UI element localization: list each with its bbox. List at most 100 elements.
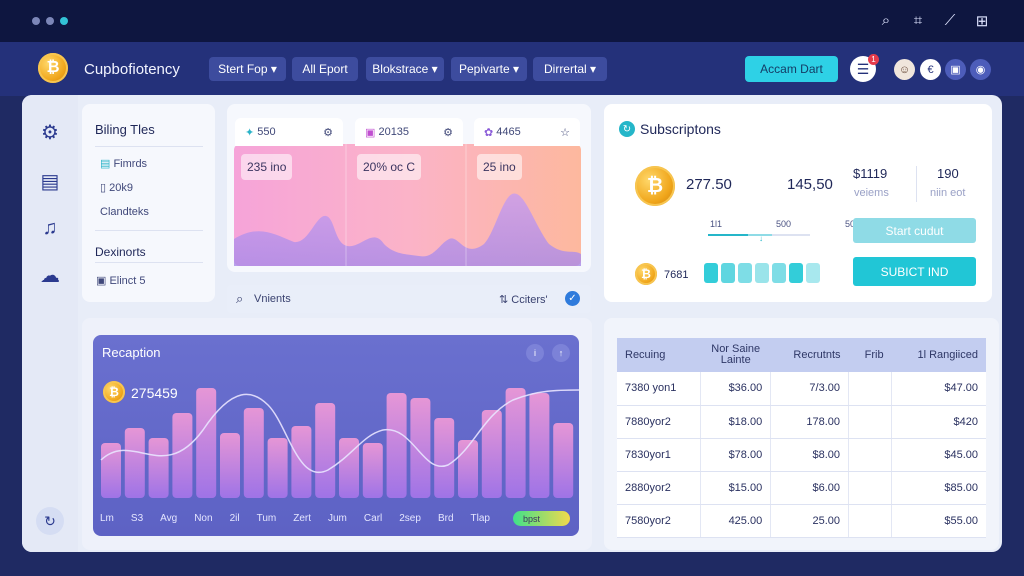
chart-bar [172, 413, 193, 498]
month-label: 2il [229, 513, 240, 524]
month-label: Jum [328, 513, 347, 524]
currency-icon[interactable]: € [920, 59, 941, 80]
nav-blockstrace-button[interactable]: Blokstrace ▾ [366, 57, 444, 81]
filter-label[interactable]: ⇅ Cciters' [499, 293, 548, 306]
column-header[interactable]: Recuing [617, 338, 701, 372]
month-label: Zert [293, 513, 311, 524]
table-row[interactable]: 2880yor2 $15.00 $6.00 $85.00 [617, 471, 986, 505]
table-row[interactable]: 7880yor2 $18.00 178.00 $420 [617, 405, 986, 439]
cloud-icon[interactable]: ☁ [36, 261, 64, 289]
settings-icon[interactable]: ◉ [970, 59, 991, 80]
divider [95, 262, 203, 263]
subscription-value-secondary: 145,50 [787, 176, 833, 193]
chart-bar [124, 428, 145, 498]
network-icon[interactable]: ⚙ [36, 118, 64, 146]
tile-header[interactable]: ▣ 20135 ⚙ [355, 118, 463, 146]
chart-bar [267, 438, 288, 498]
tile-badge: 235 ino [241, 154, 293, 180]
month-label: S3 [130, 513, 144, 524]
billing-item[interactable]: ▯ 20k9 [100, 181, 133, 194]
refresh-icon[interactable]: ↻ [36, 507, 64, 535]
divider [95, 230, 203, 231]
reception-title: Recaption [102, 345, 161, 360]
search-icon: ⌕ [236, 291, 244, 306]
billing-card: Biling Tles ▤ Fimrds ▯ 20k9 Clandteks De… [82, 104, 215, 302]
search-placeholder: Vnients [254, 293, 291, 305]
progress-segment [755, 263, 769, 283]
music-icon[interactable]: ♫ [36, 214, 64, 242]
column-header[interactable]: Frib [848, 338, 892, 372]
section-title: Dexinorts [95, 245, 146, 259]
info-icon[interactable]: i [526, 344, 544, 362]
window-controls[interactable] [32, 17, 68, 25]
grid-icon[interactable]: ⊞ [974, 12, 990, 30]
billing-item[interactable]: ▤ Fimrds [100, 157, 147, 170]
gear-icon: ⚙ [323, 126, 333, 139]
column-header[interactable]: Recrutnts [770, 338, 849, 372]
crop-icon[interactable]: ⌗ [910, 12, 926, 30]
subscription-value-primary: 277.50 [686, 176, 732, 193]
nav-start-button[interactable]: Stert Fop ▾ [209, 57, 286, 81]
billing-item[interactable]: Clandteks [100, 206, 149, 218]
tile-header[interactable]: ✿ 4465 ☆ [474, 118, 580, 146]
table-row[interactable]: 7380 yon1 $36.00 7/3.00 $47.00 [617, 372, 986, 406]
chart-toggle[interactable]: bpst [513, 511, 570, 526]
os-title-bar: ⌕ ⌗ ⟋ ⊞ [0, 0, 1024, 42]
table-row[interactable]: 7580yor2 425.00 25.00 $55.00 [617, 504, 986, 538]
app-title: Cupbofiotency [84, 61, 180, 78]
table-row[interactable]: 7830yor1 $78.00 $8.00 $45.00 [617, 438, 986, 472]
section-item[interactable]: ▣ Elinct 5 [96, 274, 146, 287]
column-header[interactable]: Nor Saine Lainte [700, 338, 771, 372]
reception-value: 275459 [131, 385, 178, 401]
subscriptions-title: Subscriptons [640, 121, 721, 137]
account-button[interactable]: Accam Dart [745, 56, 838, 82]
wallet-icon[interactable]: ▣ [945, 59, 966, 80]
data-table: Recuing Nor Saine Lainte Recrutnts Frib … [617, 338, 986, 538]
tile-header[interactable]: ✦ 550 ⚙ [235, 118, 343, 146]
chart-bar [386, 393, 407, 498]
tile-badge: 20% oc C [357, 154, 422, 180]
month-label: Tum [256, 513, 277, 524]
billing-title: Biling Tles [95, 122, 155, 137]
chart-bar [505, 388, 526, 498]
slider-labels: 1l1500500 [710, 219, 860, 229]
progress-segment [704, 263, 718, 283]
month-label: 2sep [399, 513, 421, 524]
sidebar [22, 95, 78, 552]
arrow-icon[interactable]: ↑ [552, 344, 570, 362]
chart-bar [362, 443, 383, 498]
start-conduct-button[interactable]: Start cudut [853, 218, 976, 243]
month-label: Lm [100, 513, 114, 524]
chart-bar [220, 433, 240, 498]
star-icon: ☆ [560, 126, 570, 139]
month-label: Tlap [470, 513, 490, 524]
check-icon[interactable]: ✓ [565, 291, 580, 306]
notification-badge: 1 [868, 54, 879, 65]
card-icon[interactable]: ▤ [36, 167, 64, 195]
slider-handle[interactable]: ↓ [759, 234, 763, 243]
divider [916, 166, 917, 202]
bitcoin-logo-icon: ₿ [38, 53, 68, 83]
reception-chart [93, 335, 579, 536]
count-subtitle: niin eot [930, 187, 966, 199]
bitcoin-icon: ₿ [103, 381, 125, 403]
progress-segment [789, 263, 803, 283]
nav-differential-button[interactable]: Dirrertal ▾ [533, 57, 607, 81]
small-value: 7681 [664, 269, 689, 281]
chart-bar [434, 418, 455, 498]
nav-private-button[interactable]: Pepivarte ▾ [451, 57, 527, 81]
search-icon[interactable]: ⌕ [878, 12, 894, 30]
chart-bar [458, 440, 478, 498]
submit-button[interactable]: SUBICT IND [853, 257, 976, 286]
price-subtitle: veiems [854, 187, 889, 199]
chart-bar [410, 398, 431, 498]
edit-icon[interactable]: ⟋ [942, 12, 958, 30]
avatar[interactable]: ☺ [894, 59, 915, 80]
divider [95, 146, 203, 147]
progress-segment [806, 263, 820, 283]
search-bar[interactable]: ⌕ Vnients ⇅ Cciters' ✓ [227, 285, 591, 313]
chart-bar [315, 403, 336, 498]
slider-track-end [772, 234, 810, 236]
nav-export-button[interactable]: All Eport [292, 57, 358, 81]
column-header[interactable]: 1l Rangiiced [891, 338, 986, 372]
